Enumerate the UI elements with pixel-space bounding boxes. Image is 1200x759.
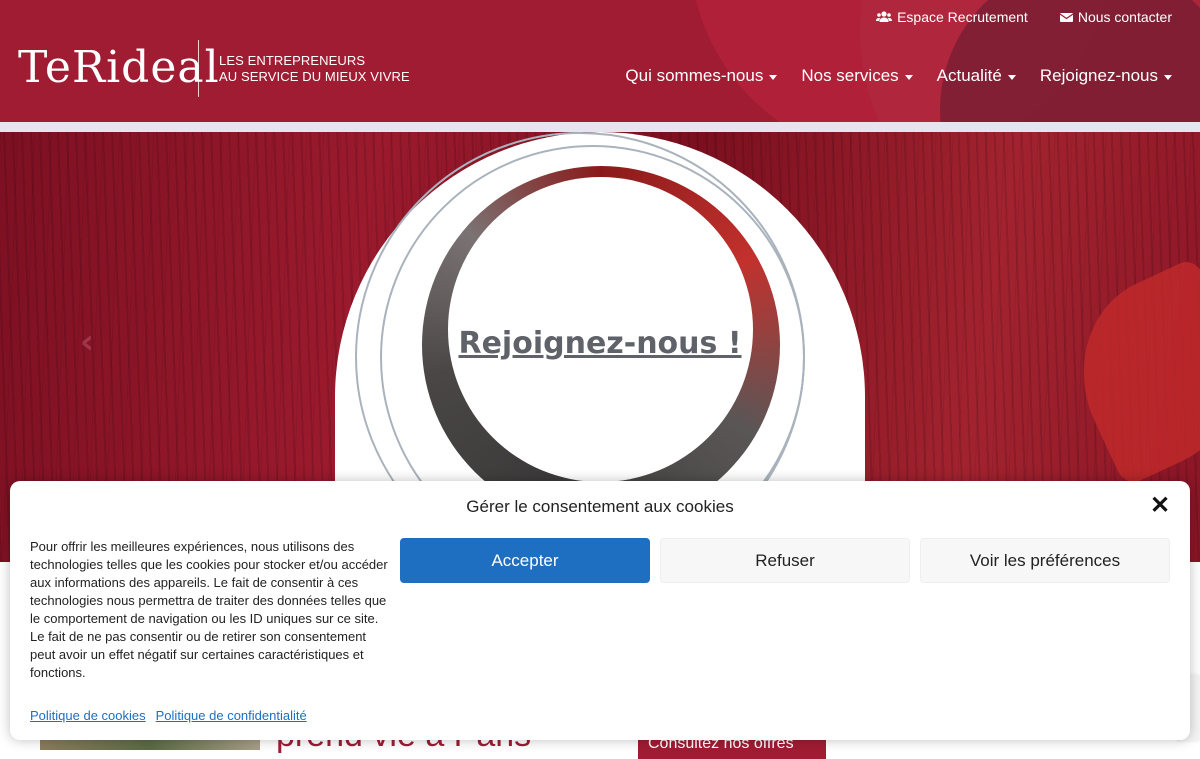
refuse-button[interactable]: Refuser xyxy=(660,538,910,583)
cookie-policy-link[interactable]: Politique de cookies xyxy=(30,708,146,723)
close-icon[interactable]: ✕ xyxy=(1150,494,1170,518)
tagline-line-1: LES ENTREPRENEURS xyxy=(219,53,366,68)
cookie-consent-banner: Gérer le consentement aux cookies ✕ Pour… xyxy=(10,481,1190,740)
site-header: TeRideal LES ENTREPRENEURS AU SERVICE DU… xyxy=(0,0,1200,122)
chevron-left-icon[interactable]: ‹ xyxy=(80,322,94,362)
nav-item-label: Qui sommes-nous xyxy=(625,66,764,85)
accept-button[interactable]: Accepter xyxy=(400,538,650,583)
logo-divider xyxy=(198,40,199,97)
top-links: Espace Recrutement Nous contacter xyxy=(876,9,1172,25)
caret-down-icon xyxy=(1007,74,1016,80)
site-tagline: LES ENTREPRENEURS AU SERVICE DU MIEUX VI… xyxy=(219,53,410,85)
privacy-policy-link[interactable]: Politique de confidentialité xyxy=(156,708,307,723)
caret-down-icon xyxy=(769,74,778,80)
caret-down-icon xyxy=(904,74,913,80)
recruitment-link[interactable]: Espace Recrutement xyxy=(876,9,1028,25)
contact-link[interactable]: Nous contacter xyxy=(1059,9,1172,25)
preferences-button[interactable]: Voir les préférences xyxy=(920,538,1170,583)
hero-join-link[interactable]: Rejoignez-nous ! xyxy=(440,326,760,361)
main-nav: Qui sommes-nous Nos services Actualité R… xyxy=(625,66,1172,86)
caret-down-icon xyxy=(1164,74,1172,80)
cookie-description: Pour offrir les meilleures expériences, … xyxy=(30,539,388,680)
envelope-icon xyxy=(1059,12,1073,22)
site-logo[interactable]: TeRideal xyxy=(18,40,220,96)
cookie-policy-links: Politique de cookies Politique de confid… xyxy=(30,708,307,723)
tagline-line-2: AU SERVICE DU MIEUX VIVRE xyxy=(219,69,410,84)
nav-item-qui-sommes-nous[interactable]: Qui sommes-nous xyxy=(625,66,778,86)
recruitment-link-label: Espace Recrutement xyxy=(897,9,1028,25)
nav-item-rejoignez-nous[interactable]: Rejoignez-nous xyxy=(1040,66,1172,86)
nav-item-label: Nos services xyxy=(801,66,899,85)
users-icon xyxy=(876,11,893,22)
nav-item-label: Actualité xyxy=(936,66,1002,85)
contact-link-label: Nous contacter xyxy=(1077,9,1172,25)
nav-item-actualite[interactable]: Actualité xyxy=(937,66,1016,86)
nav-item-nos-services[interactable]: Nos services xyxy=(801,66,913,86)
nav-item-label: Rejoignez-nous xyxy=(1039,66,1158,85)
cookie-title: Gérer le consentement aux cookies xyxy=(466,497,734,516)
header-shadow xyxy=(0,122,1200,132)
